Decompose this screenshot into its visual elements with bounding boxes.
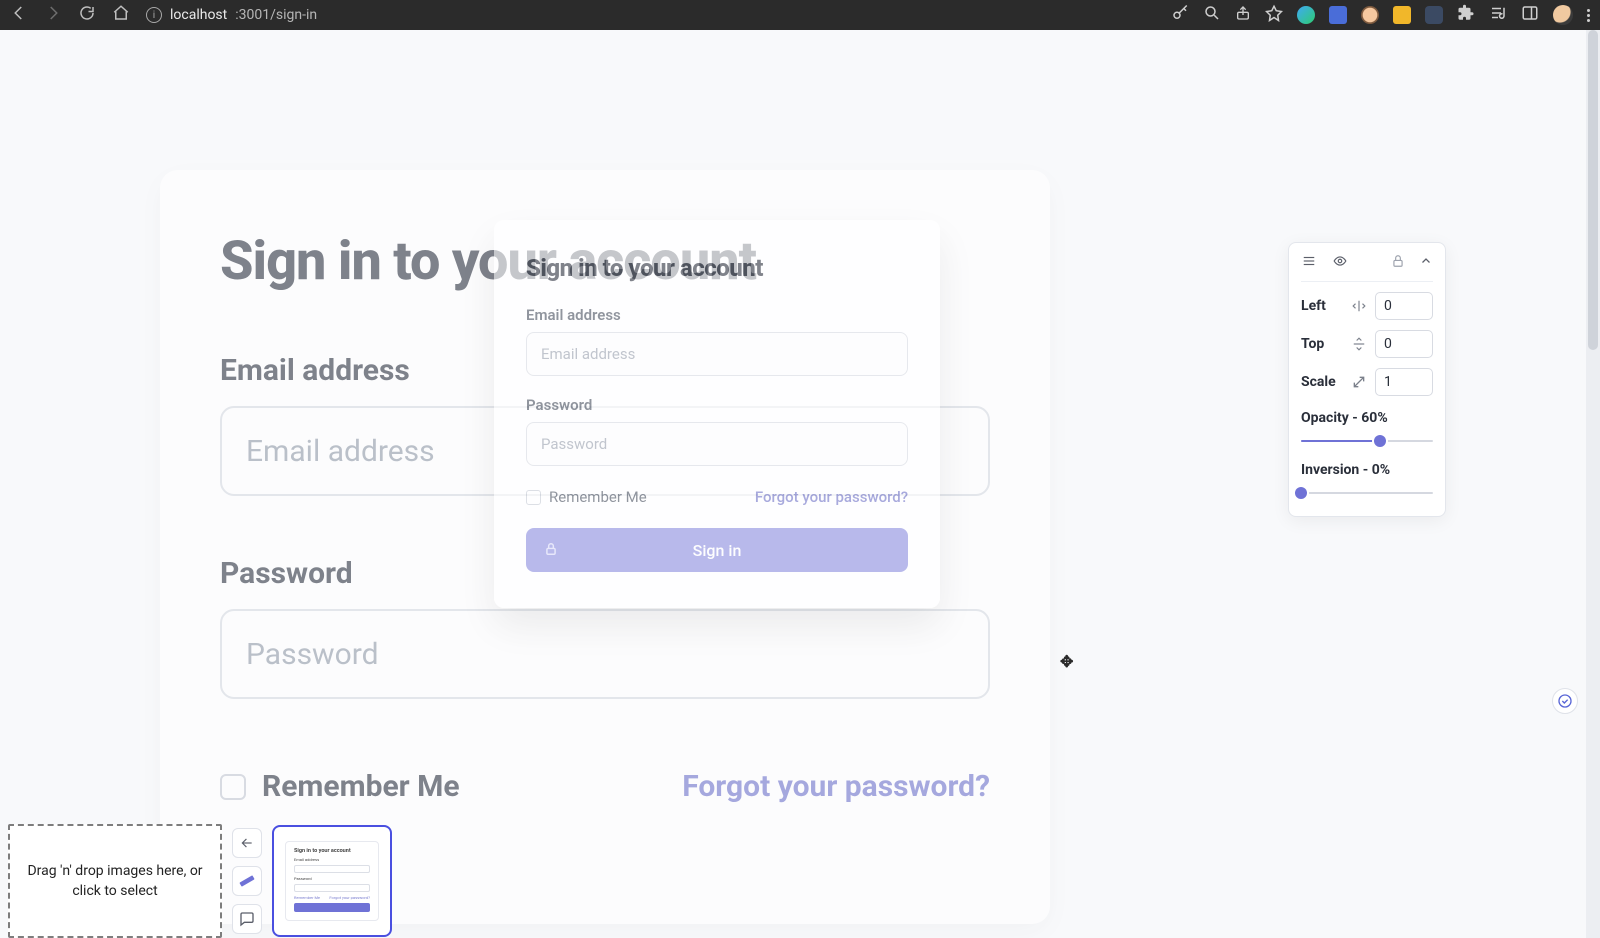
extension-icon-1[interactable] xyxy=(1297,6,1315,24)
extension-icon-dark[interactable] xyxy=(1425,6,1443,24)
extension-icon-yellow[interactable] xyxy=(1393,6,1411,24)
dock-back-button[interactable] xyxy=(232,828,262,858)
top-input[interactable] xyxy=(1375,330,1433,358)
lock-icon xyxy=(544,541,558,560)
scale-label: Scale xyxy=(1301,374,1342,390)
inversion-slider[interactable] xyxy=(1301,486,1433,500)
scale-input[interactable] xyxy=(1375,368,1433,396)
checkbox-icon[interactable] xyxy=(526,490,541,505)
url-path: :3001/sign-in xyxy=(235,7,317,23)
overlay-password-label: Password xyxy=(526,396,908,414)
overlay-signin-label: Sign in xyxy=(693,541,742,560)
site-info-icon[interactable]: i xyxy=(146,7,162,23)
scale-icon[interactable] xyxy=(1350,373,1367,391)
image-dropzone[interactable]: Drag 'n' drop images here, or click to s… xyxy=(8,824,222,938)
extension-icon-face[interactable] xyxy=(1361,6,1379,24)
back-button[interactable] xyxy=(10,4,28,26)
media-icon[interactable] xyxy=(1489,4,1507,26)
inversion-label: Inversion - 0% xyxy=(1301,462,1433,478)
opacity-slider[interactable] xyxy=(1301,434,1433,448)
reload-button[interactable] xyxy=(78,4,96,26)
page-viewport: Sign in to your account Email address Pa… xyxy=(0,30,1600,938)
dock-ruler-button[interactable] xyxy=(232,866,262,896)
password-input-large[interactable] xyxy=(220,609,990,699)
url-host: localhost xyxy=(170,7,227,23)
dropzone-text: Drag 'n' drop images here, or click to s… xyxy=(24,861,206,902)
checkbox-icon[interactable] xyxy=(220,774,246,800)
dock-comment-button[interactable] xyxy=(232,904,262,934)
zoom-icon[interactable] xyxy=(1203,4,1221,26)
overlay-mockup[interactable]: Sign in to your account Email address Pa… xyxy=(494,220,940,608)
left-label: Left xyxy=(1301,298,1342,314)
bookmark-star-icon[interactable] xyxy=(1265,4,1283,26)
overlay-email-input[interactable] xyxy=(526,332,908,376)
vertical-scrollbar[interactable] xyxy=(1586,30,1600,938)
key-icon[interactable] xyxy=(1171,4,1189,26)
align-vertical-icon[interactable] xyxy=(1350,335,1367,353)
collapse-icon[interactable] xyxy=(1419,255,1433,271)
forward-button[interactable] xyxy=(44,4,62,26)
menu-icon[interactable] xyxy=(1301,254,1317,272)
floating-check-badge[interactable] xyxy=(1552,688,1578,714)
bottom-dock: Drag 'n' drop images here, or click to s… xyxy=(8,824,392,938)
eye-icon[interactable] xyxy=(1331,254,1349,272)
overlay-remember-me[interactable]: Remember Me xyxy=(526,488,647,506)
move-cursor-icon: ✥ xyxy=(1060,652,1073,671)
overlay-control-panel[interactable]: Left Top Scale Opacity - 60% I xyxy=(1288,242,1446,517)
address-bar[interactable]: i localhost :3001/sign-in xyxy=(146,7,317,23)
chrome-menu-icon[interactable] xyxy=(1587,9,1590,22)
overlay-forgot-link[interactable]: Forgot your password? xyxy=(755,488,908,506)
side-panel-icon[interactable] xyxy=(1521,4,1539,26)
remember-me-label-large: Remember Me xyxy=(262,769,460,804)
opacity-label: Opacity - 60% xyxy=(1301,410,1433,426)
top-label: Top xyxy=(1301,336,1342,352)
home-button[interactable] xyxy=(112,4,130,26)
layer-thumbnail[interactable]: Sign in to your account Email address Pa… xyxy=(272,825,392,937)
overlay-password-input[interactable] xyxy=(526,422,908,466)
overlay-signin-button[interactable]: Sign in xyxy=(526,528,908,572)
remember-me-large[interactable]: Remember Me xyxy=(220,769,460,804)
align-horizontal-icon[interactable] xyxy=(1350,297,1367,315)
extensions-puzzle-icon[interactable] xyxy=(1457,4,1475,26)
profile-avatar[interactable] xyxy=(1553,5,1573,25)
browser-toolbar: i localhost :3001/sign-in xyxy=(0,0,1600,30)
share-icon[interactable] xyxy=(1235,4,1251,26)
left-input[interactable] xyxy=(1375,292,1433,320)
extension-icon-translate[interactable] xyxy=(1329,6,1347,24)
lock-toggle-icon[interactable] xyxy=(1391,253,1405,273)
forgot-password-link-large[interactable]: Forgot your password? xyxy=(682,769,990,804)
thumbnail-preview: Sign in to your account Email address Pa… xyxy=(285,841,379,921)
toolbar-right xyxy=(1171,4,1590,26)
scrollbar-thumb[interactable] xyxy=(1588,30,1598,350)
overlay-remember-label: Remember Me xyxy=(549,488,647,506)
overlay-heading: Sign in to your account xyxy=(526,254,908,282)
nav-buttons xyxy=(10,4,130,26)
overlay-email-label: Email address xyxy=(526,306,908,324)
